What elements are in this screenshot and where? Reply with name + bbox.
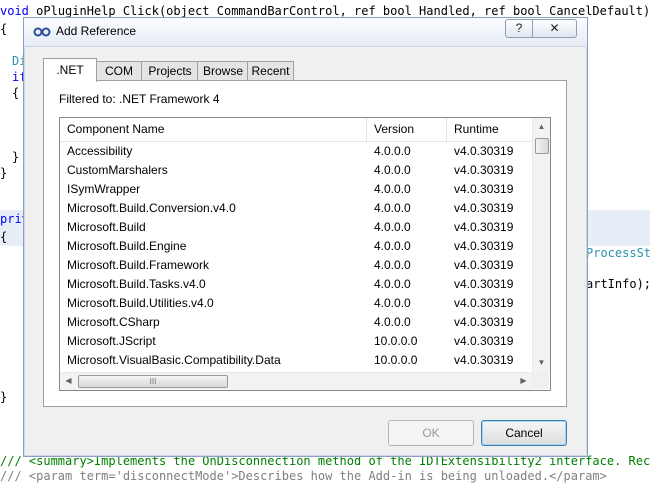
runtime-cell: v4.0.30319 xyxy=(454,144,514,158)
tab-panel-dotnet: Filtered to: .NET Framework 4 Component … xyxy=(43,80,567,407)
add-reference-dialog: Add Reference ? ✕ .NET COM Projects Brow… xyxy=(23,17,588,457)
list-item[interactable]: Microsoft.Build.Conversion.v4.0 4.0.0.0 v4… xyxy=(60,199,532,218)
list-item[interactable]: Microsoft.Build 4.0.0.0 v4.0.30319 xyxy=(60,218,532,237)
list-item[interactable]: ISymWrapper 4.0.0.0 v4.0.30319 xyxy=(60,180,532,199)
component-name-cell: CustomMarshalers xyxy=(67,163,168,177)
list-item[interactable]: Microsoft.Build.Utilities.v4.0 4.0.0.0 v4.… xyxy=(60,294,532,313)
column-header-component-name[interactable]: Component Name xyxy=(60,118,367,141)
version-cell: 4.0.0.0 xyxy=(374,315,411,329)
component-name-cell: Microsoft.Build.Conversion.v4.0 xyxy=(67,201,236,215)
runtime-cell: v4.0.30319 xyxy=(454,220,514,234)
filter-label: Filtered to: .NET Framework 4 xyxy=(59,92,220,106)
component-name-cell: Microsoft.VisualBasic.Compatibility.Data xyxy=(67,353,281,367)
list-item[interactable]: Microsoft.Build.Engine 4.0.0.0 v4.0.30319 xyxy=(60,237,532,256)
version-cell: 10.0.0.0 xyxy=(374,334,418,348)
code-line-5: { xyxy=(12,86,20,100)
code-line-12: } xyxy=(0,390,8,404)
list-item[interactable]: Microsoft.VisualBasic.Compatibility.Data… xyxy=(60,351,532,370)
list-item[interactable]: CustomMarshalers 4.0.0.0 v4.0.30319 xyxy=(60,161,532,180)
scroll-right-arrow-icon[interactable]: ▶ xyxy=(515,376,532,385)
tab-browse[interactable]: Browse xyxy=(197,61,249,81)
list-item[interactable]: Accessibility 4.0.0.0 v4.0.30319 xyxy=(60,142,532,161)
method-signature: oPluginHelp Click(object CommandBarContr… xyxy=(36,4,650,18)
horizontal-scroll-thumb[interactable]: III xyxy=(78,375,228,388)
version-cell: 4.0.0.0 xyxy=(374,163,411,177)
column-header-version[interactable]: Version xyxy=(367,118,447,141)
ok-button[interactable]: OK xyxy=(388,420,474,446)
tab-com[interactable]: COM xyxy=(95,61,143,81)
list-item[interactable]: Microsoft.Build.Tasks.v4.0 4.0.0.0 v4.0.30… xyxy=(60,275,532,294)
list-item[interactable]: Microsoft.JScript 10.0.0.0 v4.0.30319 xyxy=(60,332,532,351)
component-name-cell: ISymWrapper xyxy=(67,182,141,196)
list-header: Component Name Version Runtime xyxy=(60,118,532,142)
component-name-cell: Microsoft.JScript xyxy=(67,334,156,348)
component-name-cell: Microsoft.CSharp xyxy=(67,315,160,329)
component-name-cell: Microsoft.Build.Tasks.v4.0 xyxy=(67,277,206,291)
column-header-runtime[interactable]: Runtime xyxy=(447,118,532,141)
vertical-scrollbar[interactable]: ▲ ▼ xyxy=(532,118,550,372)
component-list[interactable]: Component Name Version Runtime Accessibi… xyxy=(59,117,551,391)
list-item[interactable]: Microsoft.Build.Framework 4.0.0.0 v4.0.303… xyxy=(60,256,532,275)
dialog-titlebar[interactable]: Add Reference ? ✕ xyxy=(24,18,587,47)
version-cell: 4.0.0.0 xyxy=(374,220,411,234)
scroll-down-arrow-icon[interactable]: ▼ xyxy=(533,358,550,367)
version-cell: 4.0.0.0 xyxy=(374,296,411,310)
close-button[interactable]: ✕ xyxy=(532,19,577,38)
help-button[interactable]: ? xyxy=(505,19,533,38)
list-item[interactable]: Microsoft.CSharp 4.0.0.0 v4.0.30319 xyxy=(60,313,532,332)
scroll-left-arrow-icon[interactable]: ◀ xyxy=(60,376,77,385)
runtime-cell: v4.0.30319 xyxy=(454,163,514,177)
dialog-title: Add Reference xyxy=(56,24,137,38)
horizontal-scrollbar[interactable]: ◀ III ▶ xyxy=(60,372,532,390)
version-cell: 4.0.0.0 xyxy=(374,201,411,215)
runtime-cell: v4.0.30319 xyxy=(454,182,514,196)
tab-projects[interactable]: Projects xyxy=(141,61,199,81)
version-cell: 4.0.0.0 xyxy=(374,182,411,196)
vertical-scroll-thumb[interactable] xyxy=(535,138,549,154)
component-name-cell: Microsoft.Build.Engine xyxy=(67,239,187,253)
runtime-cell: v4.0.30319 xyxy=(454,239,514,253)
component-name-cell: Microsoft.Build.Utilities.v4.0 xyxy=(67,296,214,310)
runtime-cell: v4.0.30319 xyxy=(454,315,514,329)
runtime-cell: v4.0.30319 xyxy=(454,201,514,215)
runtime-cell: v4.0.30319 xyxy=(454,296,514,310)
reference-icon xyxy=(33,27,51,37)
version-cell: 4.0.0.0 xyxy=(374,258,411,272)
runtime-cell: v4.0.30319 xyxy=(454,258,514,272)
version-cell: 4.0.0.0 xyxy=(374,239,411,253)
tab-dotnet[interactable]: .NET xyxy=(43,58,97,82)
code-line-1: void oPluginHelp Click(object CommandBar… xyxy=(0,4,650,18)
code-line-11: artInfo); xyxy=(586,277,650,291)
runtime-cell: v4.0.30319 xyxy=(454,334,514,348)
tab-recent[interactable]: Recent xyxy=(247,61,294,81)
version-cell: 4.0.0.0 xyxy=(374,144,411,158)
component-name-cell: Microsoft.Build xyxy=(67,220,146,234)
component-name-cell: Microsoft.Build.Framework xyxy=(67,258,210,272)
code-line-6: } xyxy=(12,150,20,164)
runtime-cell: v4.0.30319 xyxy=(454,277,514,291)
scroll-up-arrow-icon[interactable]: ▲ xyxy=(533,122,550,131)
code-line-9: { xyxy=(0,230,8,244)
code-line-2: { xyxy=(0,22,8,36)
version-cell: 10.0.0.0 xyxy=(374,353,418,367)
runtime-cell: v4.0.30319 xyxy=(454,353,514,367)
version-cell: 4.0.0.0 xyxy=(374,277,411,291)
code-line-7: } xyxy=(0,166,8,180)
cancel-button[interactable]: Cancel xyxy=(481,420,567,446)
code-line-14: /// <param term='disconnectMode'>Describ… xyxy=(0,469,607,483)
code-line-10: ProcessSt xyxy=(586,246,650,260)
component-name-cell: Accessibility xyxy=(67,144,133,158)
scroll-corner xyxy=(532,372,549,389)
